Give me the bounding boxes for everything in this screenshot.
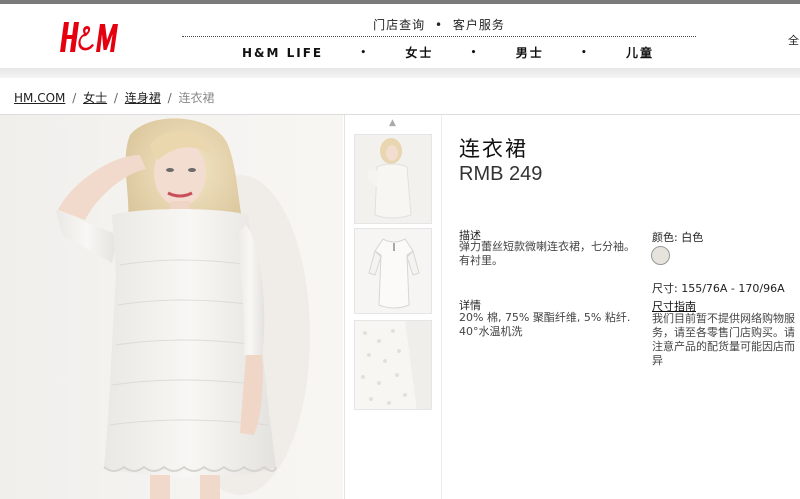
nav-separator: • [360, 47, 369, 58]
hm-logo[interactable] [56, 14, 120, 62]
color-swatch-white[interactable] [651, 246, 670, 265]
thumbnail-flat-dress[interactable] [354, 228, 432, 314]
description-text: 弹力蕾丝短款微喇连衣裙，七分袖。有衬里。 [459, 240, 635, 267]
image-column-divider [344, 115, 345, 499]
chevron-up-icon[interactable]: ▲ [389, 118, 396, 128]
breadcrumb-women[interactable]: 女士 [83, 91, 107, 105]
nav-item-kids[interactable]: 儿童 [626, 44, 654, 61]
nav-item-hm-life[interactable]: H&M LIFE [242, 46, 323, 60]
details-text: 20% 棉, 75% 聚酯纤维, 5% 粘纤. 40°水温机洗 [459, 311, 631, 338]
utility-separator: • [434, 18, 444, 32]
store-locator-link[interactable]: 门店查询 [373, 18, 425, 32]
customer-service-link[interactable]: 客户服务 [453, 18, 505, 32]
breadcrumb-separator: / [167, 91, 172, 105]
breadcrumb-home[interactable]: HM.COM [14, 91, 65, 105]
nav-item-women[interactable]: 女士 [405, 44, 433, 61]
site-header: 门店查询 • 客户服务 H&M LIFE • 女士 • 男士 • 儿童 全 [0, 4, 800, 68]
header-shadow-band [0, 68, 800, 78]
breadcrumb-current: 连衣裙 [178, 91, 215, 105]
nav-item-men[interactable]: 男士 [516, 44, 544, 61]
breadcrumb-separator: / [72, 91, 77, 105]
thumbnail-model[interactable] [354, 134, 432, 224]
breadcrumb-dresses[interactable]: 连身裙 [125, 91, 161, 105]
nav-separator: • [580, 47, 589, 58]
breadcrumb: HM.COM / 女士 / 连身裙 / 连衣裙 [14, 89, 215, 106]
product-main-image[interactable] [0, 115, 343, 499]
size-label: 尺寸: 155/76A - 170/96A [652, 282, 785, 295]
breadcrumb-separator: / [113, 91, 118, 105]
header-edge-link[interactable]: 全 [788, 32, 799, 48]
product-price: RMB 249 [459, 163, 543, 185]
availability-notice: 我们目前暂不提供网络购物服务，请至各零售门店购买。请注意产品的配货量可能因店而异 [652, 312, 795, 367]
info-column-divider [441, 115, 442, 499]
header-dotted-divider [182, 36, 696, 37]
main-nav: H&M LIFE • 女士 • 男士 • 儿童 [182, 44, 696, 61]
product-title: 连衣裙 [459, 137, 528, 161]
utility-links: 门店查询 • 客户服务 [182, 16, 696, 33]
nav-separator: • [470, 47, 479, 58]
thumbnail-lace-detail[interactable] [354, 320, 432, 410]
color-label: 颜色: 白色 [652, 231, 704, 244]
